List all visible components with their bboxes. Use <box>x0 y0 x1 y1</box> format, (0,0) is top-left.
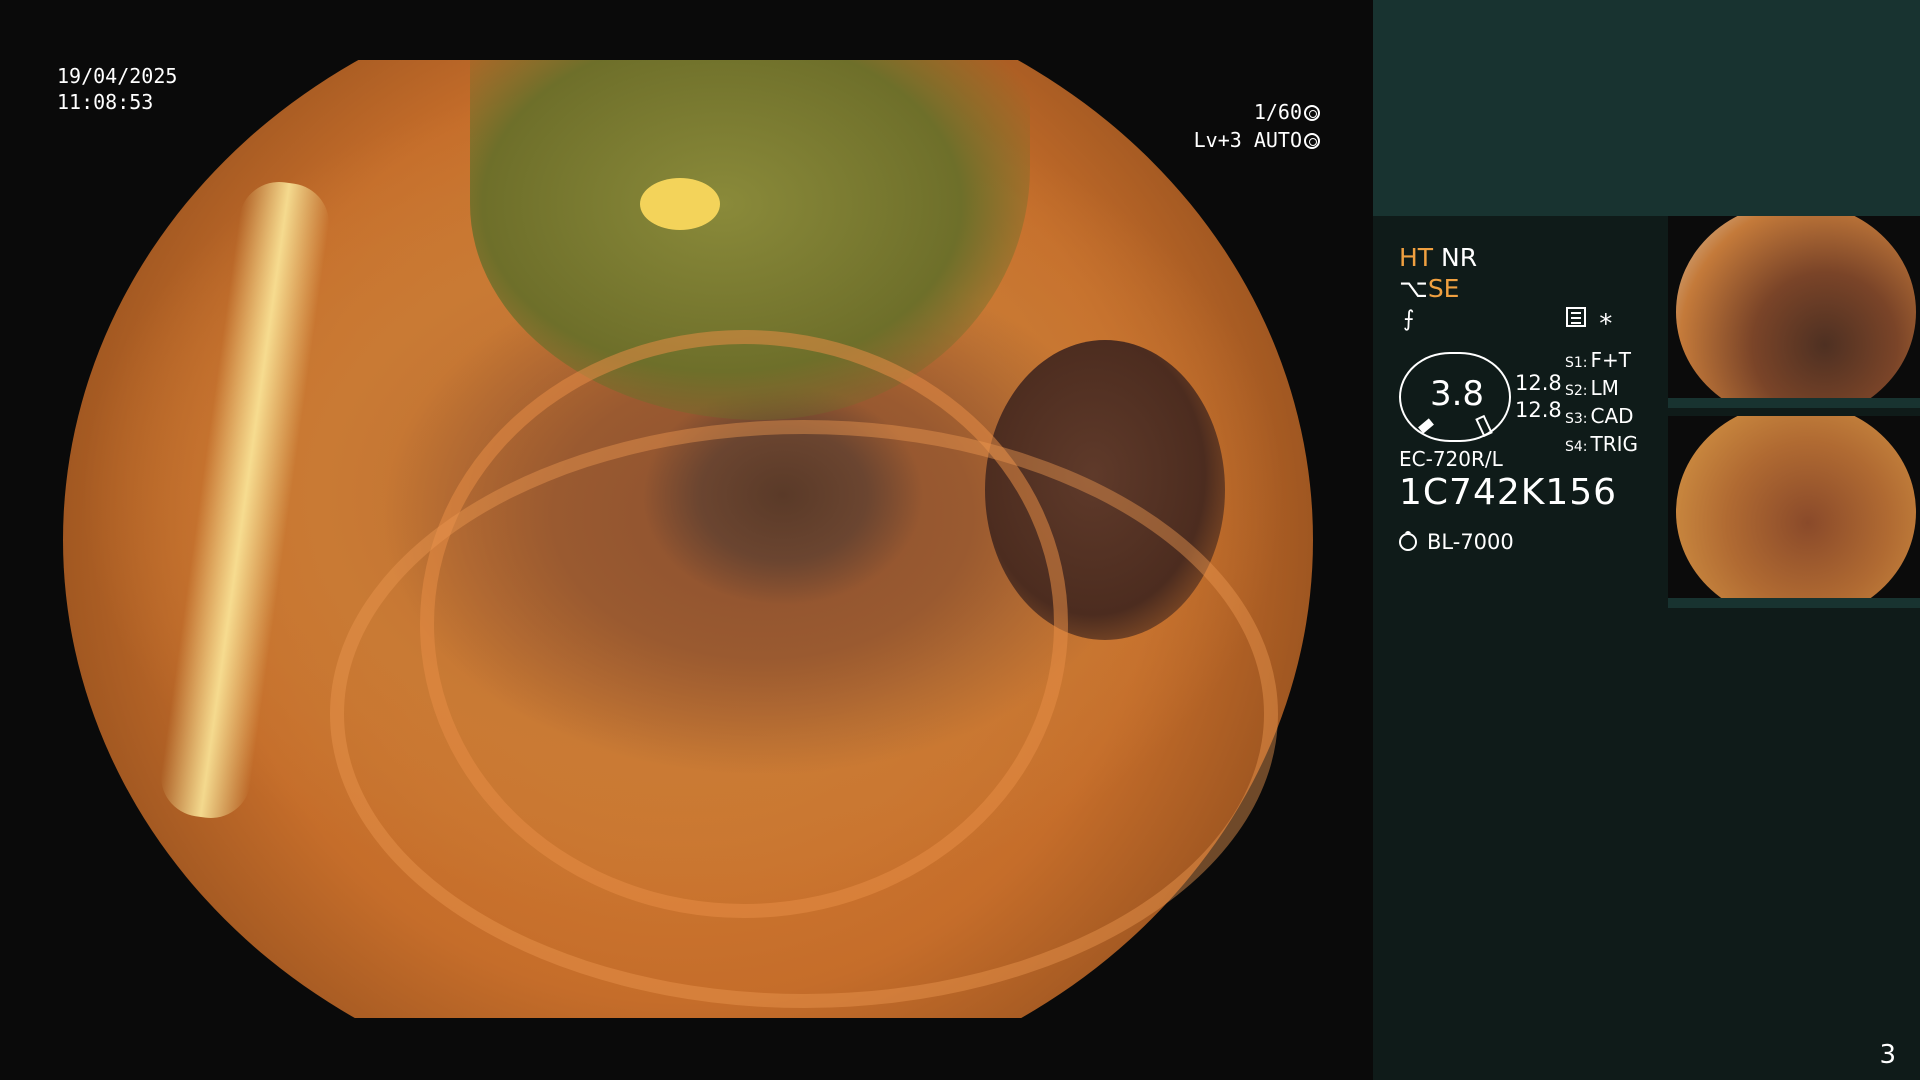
info-panel: HT NR ⌥SE ⨍ ∗ 3.8 12.8 12.8 S1: F+T S2: LM… <box>1373 0 1920 1080</box>
gain-values: 12.8 12.8 <box>1515 370 1562 424</box>
light-source-label: BL-7000 <box>1427 530 1514 554</box>
date-label: 19/04/2025 <box>57 64 178 88</box>
captured-thumbnails <box>1668 216 1920 616</box>
switch-label: S2: <box>1565 383 1588 399</box>
se-mode-label: SE <box>1427 274 1460 303</box>
gauge-value: 3.8 <box>1429 374 1485 414</box>
time-label: 11:08:53 <box>57 90 154 114</box>
switch-label: S4: <box>1565 439 1588 455</box>
mucosal-fold <box>330 420 1278 1008</box>
thumbnail-image <box>1676 416 1916 608</box>
switch-value: TRIG <box>1590 432 1639 456</box>
thumbnail-strip <box>1668 598 1920 608</box>
gauge-mark-icon <box>1475 414 1493 438</box>
thumbnail-2[interactable] <box>1668 416 1920 608</box>
ht-mode-label: HT <box>1399 243 1434 272</box>
menu-list-icon <box>1566 307 1586 327</box>
magnification-gauge: 3.8 <box>1399 352 1511 442</box>
switch-label: S3: <box>1565 411 1588 427</box>
yellow-spot <box>640 178 720 230</box>
timestamp: 19/04/2025 11:08:53 <box>57 63 177 115</box>
switch-row: S1: F+T <box>1565 348 1638 376</box>
thumbnail-1[interactable] <box>1668 216 1920 408</box>
light-source: BL-7000 <box>1399 530 1514 554</box>
shutter-label: 1/60 <box>1253 100 1302 124</box>
gain-value-1: 12.8 <box>1515 371 1562 395</box>
auto-mode-label: AUTO <box>1253 128 1302 152</box>
structure-enhance-icon: ⌥ <box>1399 274 1428 303</box>
scope-model: EC-720R/L <box>1399 447 1503 471</box>
frame-mask-bottom <box>0 1018 1373 1080</box>
switch-row: S2: LM <box>1565 376 1638 404</box>
shutter-icon <box>1304 105 1320 121</box>
exposure-info: 1/60 Lv+3 AUTO <box>1170 98 1320 154</box>
freeze-icon: ⨍ <box>1403 307 1415 332</box>
asterisk-icon: ∗ <box>1598 304 1614 334</box>
iris-icon <box>1304 133 1320 149</box>
thumbnail-image <box>1676 216 1916 408</box>
level-label: Lv+3 <box>1193 128 1242 152</box>
endoscope-main-view: 19/04/2025 11:08:53 1/60 Lv+3 AUTO <box>0 0 1373 1080</box>
switch-value: LM <box>1590 376 1619 400</box>
thumbnail-strip <box>1668 398 1920 408</box>
gauge-needle-icon <box>1418 418 1434 434</box>
switch-value: CAD <box>1590 404 1634 428</box>
frame-mask-top <box>0 0 1373 60</box>
panel-header-area <box>1373 0 1920 216</box>
switch-row: S3: CAD <box>1565 404 1638 432</box>
gain-value-2: 12.8 <box>1515 398 1562 422</box>
switch-row: S4: TRIG <box>1565 432 1638 460</box>
nr-mode-label: NR <box>1441 243 1478 272</box>
light-source-icon <box>1399 533 1417 551</box>
scope-serial: 1C742K156 <box>1399 472 1618 513</box>
image-mode-indicators: HT NR ⌥SE <box>1399 242 1477 304</box>
page-number: 3 <box>1879 1040 1896 1070</box>
switch-assignments: S1: F+T S2: LM S3: CAD S4: TRIG <box>1565 348 1638 460</box>
switch-value: F+T <box>1590 348 1631 372</box>
switch-label: S1: <box>1565 355 1588 371</box>
